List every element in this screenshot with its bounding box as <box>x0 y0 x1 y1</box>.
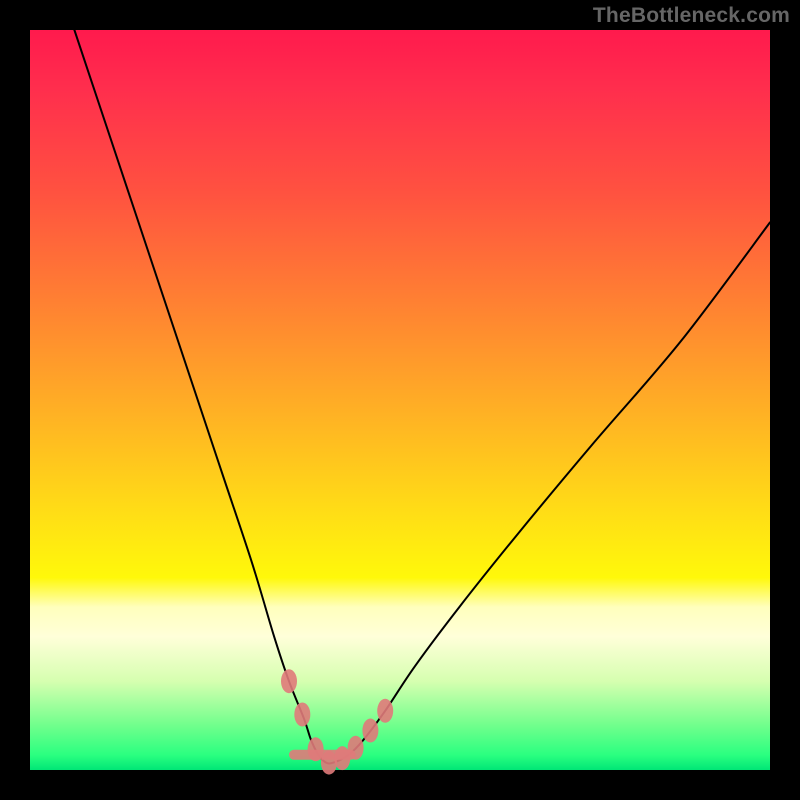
plot-area <box>30 30 770 770</box>
minimum-marker-dot <box>308 737 324 761</box>
minimum-marker-dot <box>321 751 337 775</box>
watermark-text: TheBottleneck.com <box>593 4 790 28</box>
minimum-marker-dot <box>348 736 364 760</box>
chart-frame: TheBottleneck.com <box>0 0 800 800</box>
bottleneck-curve <box>74 30 770 764</box>
minimum-marker-dot <box>294 703 310 727</box>
minimum-marker-dot <box>281 669 297 693</box>
minimum-marker-dot <box>377 699 393 723</box>
minimum-marker-dot <box>362 719 378 743</box>
curve-layer <box>30 30 770 770</box>
